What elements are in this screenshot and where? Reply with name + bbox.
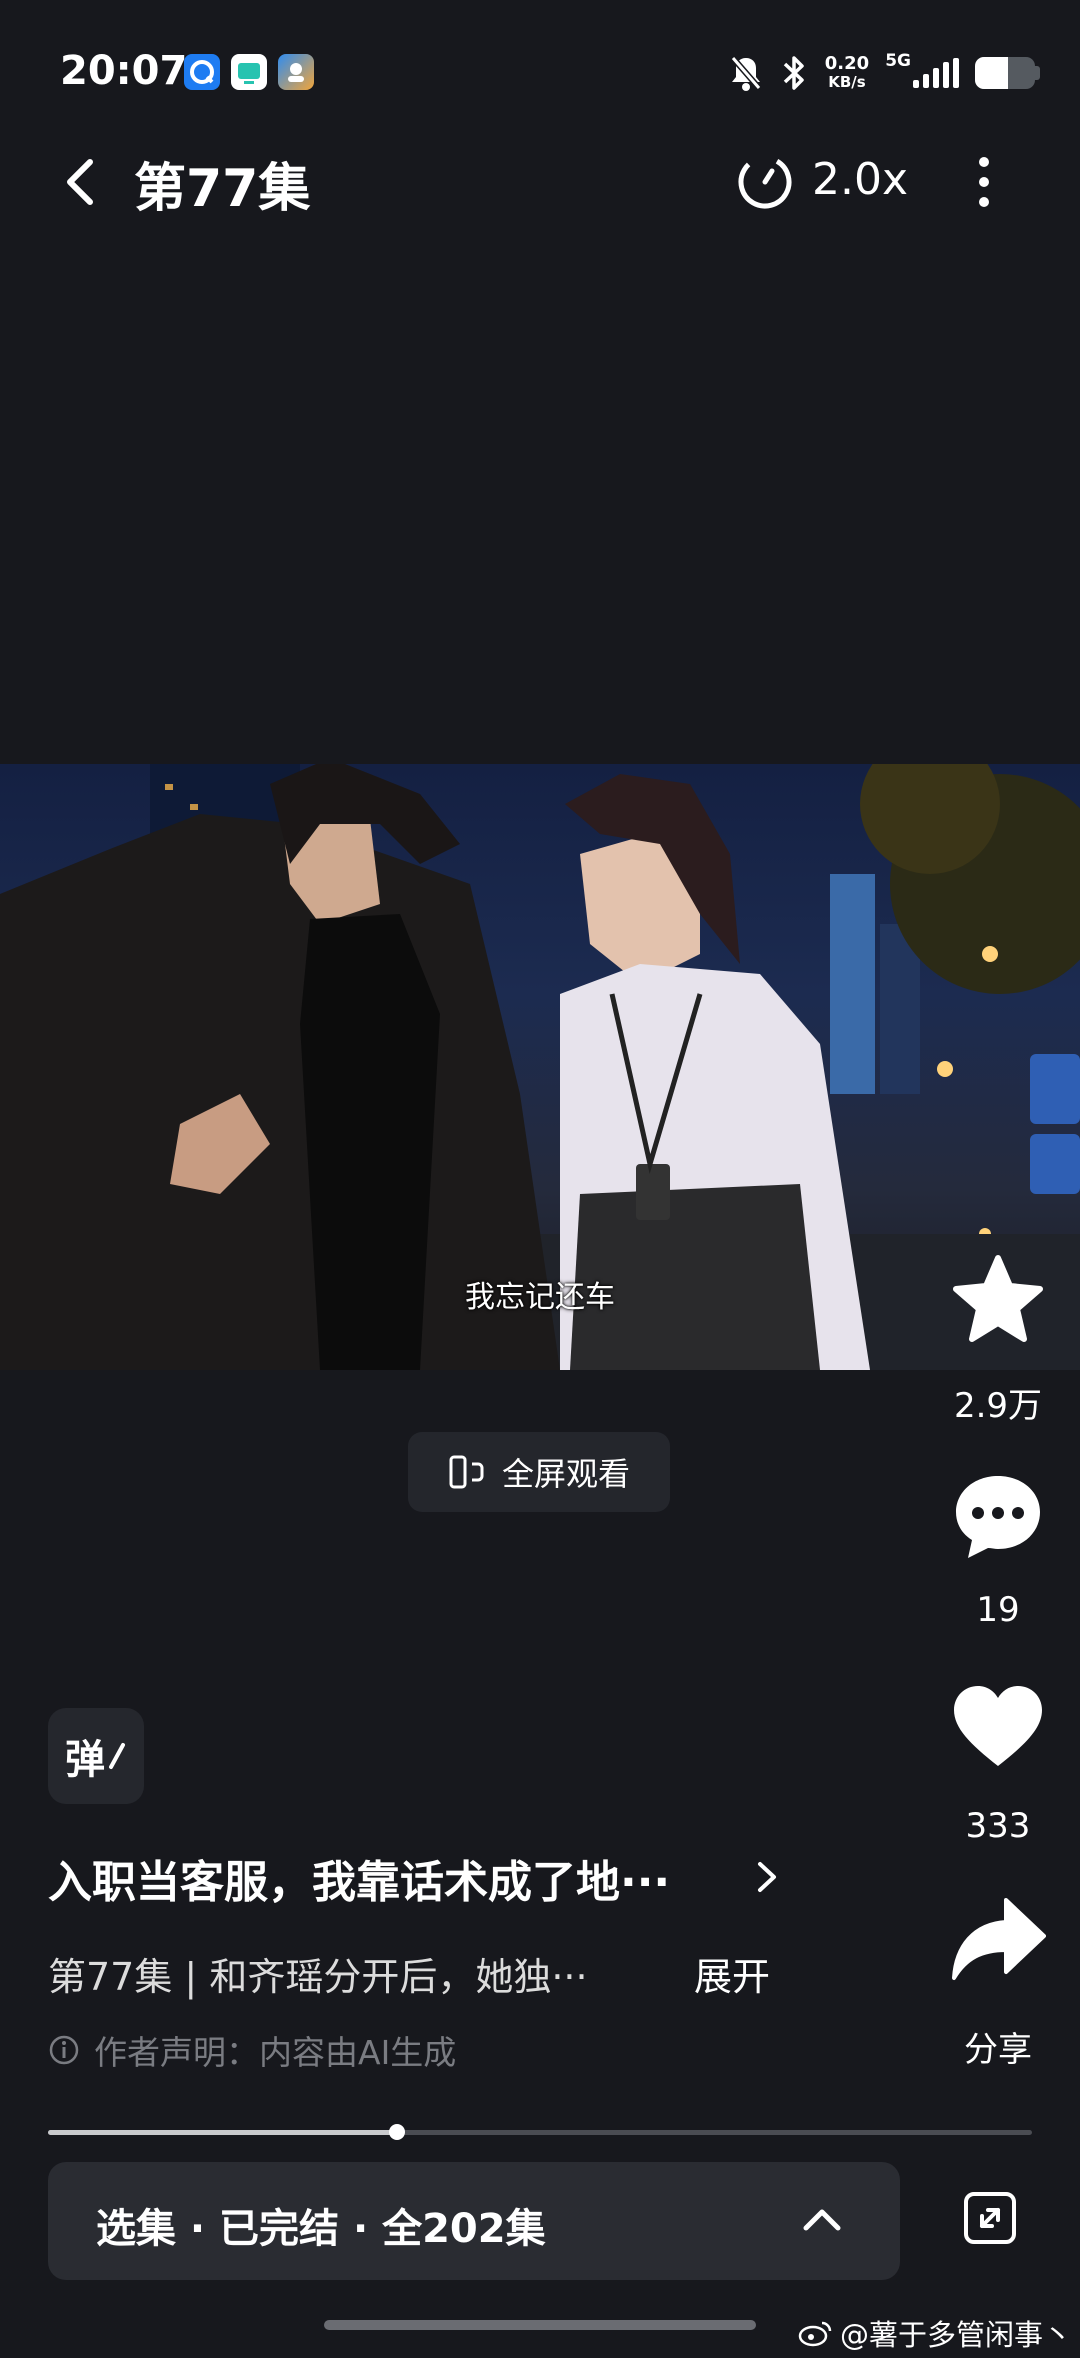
mini-window-icon[interactable] <box>962 2190 1018 2246</box>
net-speed: 0.20 KB/s <box>824 53 870 92</box>
episode-selector[interactable]: 选集 · 已完结 · 全202集 <box>48 2162 900 2280</box>
network-type: 5G <box>885 51 911 71</box>
rotate-screen-icon <box>449 1455 484 1489</box>
favorite-star-icon[interactable] <box>950 1252 1046 1348</box>
ai-notice: 作者声明：内容由AI生成 <box>48 2026 456 2074</box>
like-heart-icon[interactable] <box>950 1680 1046 1776</box>
back-icon[interactable] <box>56 150 104 214</box>
episode-description: 第77集 | 和齐瑶分开后，她独··· <box>48 1955 588 1999</box>
bluetooth-icon <box>783 56 804 90</box>
page-title: 第77集 <box>134 159 311 219</box>
video-subtitle: 我忘记还车 <box>465 1280 615 1315</box>
comment-count: 19 <box>976 1590 1020 1630</box>
playback-speed-label[interactable]: 2.0x <box>812 154 908 205</box>
watermark: @薯于多管闲事丶 <box>798 2312 1072 2354</box>
chevron-right-icon[interactable] <box>752 1858 780 1896</box>
like-count: 333 <box>965 1806 1031 1846</box>
weibo-logo-icon <box>798 2321 832 2347</box>
tv-app-icon <box>231 54 267 90</box>
chevron-up-icon[interactable] <box>800 2204 844 2234</box>
progress-knob[interactable] <box>389 2124 406 2140</box>
fullscreen-label: 全屏观看 <box>501 1455 630 1493</box>
qq-browser-icon <box>184 54 220 90</box>
progress-fill <box>48 2130 398 2135</box>
watermark-text: @薯于多管闲事丶 <box>840 2318 1073 2352</box>
share-label[interactable]: 分享 <box>900 2022 1080 2071</box>
mute-icon <box>730 56 762 91</box>
comment-icon[interactable] <box>950 1468 1046 1564</box>
favorite-count: 2.9万 <box>953 1386 1043 1426</box>
battery-icon <box>975 57 1035 89</box>
more-icon[interactable] <box>960 150 1008 214</box>
status-indicators: 0.20 KB/s 5G <box>729 50 1040 96</box>
fullscreen-button[interactable]: 全屏观看 <box>408 1432 670 1512</box>
share-icon[interactable] <box>950 1894 1046 1990</box>
info-icon <box>49 2035 79 2065</box>
danmu-toggle-button[interactable]: 弹 <box>48 1708 144 1804</box>
signal-icon <box>913 58 959 88</box>
ai-notice-text: 作者声明：内容由AI生成 <box>94 2033 457 2072</box>
assistant-app-icon <box>278 54 314 90</box>
expand-button[interactable]: 展开 <box>694 1946 770 2001</box>
danmu-slash-icon <box>109 1743 125 1769</box>
progress-bar[interactable] <box>48 2124 1032 2140</box>
episode-selector-label: 选集 · 已完结 · 全202集 <box>96 2206 546 2252</box>
series-title[interactable]: 入职当客服，我靠话术成了地··· <box>48 1846 670 1910</box>
status-time: 20:07 <box>60 48 188 94</box>
battery-tip <box>1035 66 1040 80</box>
playback-speed-icon[interactable] <box>736 152 794 210</box>
video-player[interactable]: 我忘记还车 <box>0 764 1080 1370</box>
gesture-bar[interactable] <box>324 2320 756 2330</box>
danmu-label: 弹 <box>65 1737 105 1783</box>
